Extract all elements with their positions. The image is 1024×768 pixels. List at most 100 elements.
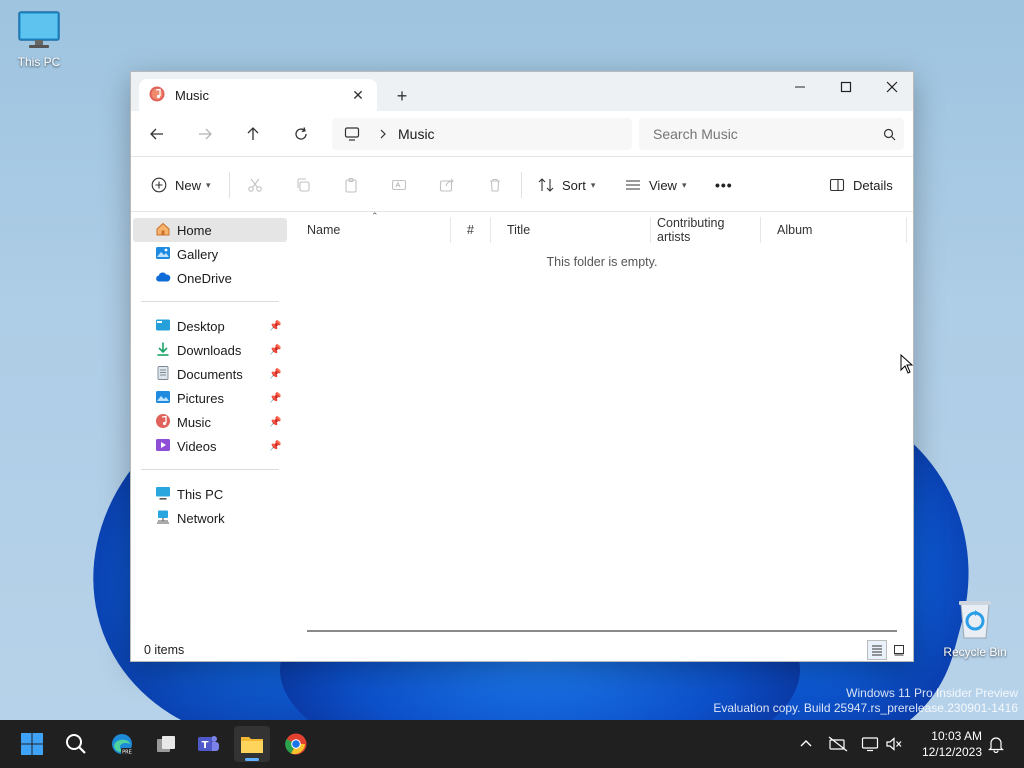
desktop-icon-recycle-bin[interactable]: Recycle Bin xyxy=(940,598,1010,659)
nav-item-desktop[interactable]: Desktop 📌 xyxy=(133,314,287,338)
edge-icon: PRE xyxy=(112,734,133,756)
display-button[interactable] xyxy=(858,732,882,756)
volume-button[interactable] xyxy=(882,732,906,756)
cut-button[interactable] xyxy=(247,171,263,199)
column-header-album[interactable]: Album xyxy=(761,217,907,243)
tab-music[interactable]: Music ✕ xyxy=(139,79,377,111)
search-box[interactable] xyxy=(639,118,904,150)
desktop-icon-label: This PC xyxy=(17,55,61,69)
rename-button[interactable] xyxy=(391,171,407,199)
back-button[interactable] xyxy=(143,120,171,148)
evaluation-watermark: Windows 11 Pro Insider Preview Evaluatio… xyxy=(713,686,1018,715)
nav-item-music[interactable]: Music 📌 xyxy=(133,410,287,434)
details-view-icon xyxy=(872,645,882,656)
computer-icon xyxy=(344,126,360,142)
close-window-button[interactable] xyxy=(869,72,915,102)
copy-button[interactable] xyxy=(295,171,311,199)
close-tab-icon[interactable]: ✕ xyxy=(347,84,369,106)
new-button[interactable]: New ▾ xyxy=(151,171,211,199)
recycle-bin-icon xyxy=(940,598,1010,643)
network-icon xyxy=(155,509,171,528)
close-icon xyxy=(886,81,898,93)
taskbar: PRE T 10:03 AM 12/12/2023 xyxy=(0,720,1024,768)
search-input[interactable] xyxy=(653,126,874,142)
horizontal-scrollbar[interactable] xyxy=(307,630,897,632)
start-button[interactable] xyxy=(14,726,50,762)
nav-item-gallery[interactable]: Gallery xyxy=(133,242,287,266)
new-tab-button[interactable]: + xyxy=(389,84,415,108)
forward-button[interactable] xyxy=(191,120,219,148)
more-options-button[interactable]: ••• xyxy=(715,171,733,199)
trash-icon xyxy=(490,178,500,192)
column-header-number[interactable]: # xyxy=(451,217,491,243)
column-header-name[interactable]: Name xyxy=(291,217,451,243)
task-view-icon xyxy=(157,736,175,752)
pin-icon[interactable]: 📌 xyxy=(269,345,283,356)
pin-icon[interactable]: 📌 xyxy=(269,393,283,404)
document-icon xyxy=(155,365,171,384)
pin-icon[interactable]: 📌 xyxy=(269,321,283,332)
pin-icon[interactable]: 📌 xyxy=(269,417,283,428)
task-view-button[interactable] xyxy=(148,726,184,762)
clock-time: 10:03 AM xyxy=(931,729,982,743)
nav-item-videos[interactable]: Videos 📌 xyxy=(133,434,287,458)
search-icon xyxy=(874,128,904,141)
tiles-view-button[interactable] xyxy=(889,640,909,660)
taskbar-clock[interactable]: 10:03 AM 12/12/2023 xyxy=(904,728,982,760)
monitor-icon xyxy=(4,10,74,53)
minimize-button[interactable] xyxy=(777,72,823,102)
chrome-button[interactable] xyxy=(278,726,314,762)
refresh-icon xyxy=(295,127,307,140)
minimize-icon xyxy=(795,86,805,88)
details-view-button[interactable] xyxy=(867,640,887,660)
pin-icon[interactable]: 📌 xyxy=(269,441,283,452)
file-list-area[interactable]: ⌃ Name # Title Contributing artists Albu… xyxy=(291,211,913,633)
file-explorer-window: Music ✕ + Music Search Music New ▾ Sort … xyxy=(130,71,914,662)
onedrive-cloud-icon xyxy=(155,269,171,288)
teams-button[interactable]: T xyxy=(190,726,226,762)
desktop-icon-this-pc[interactable]: This PC xyxy=(4,10,74,69)
refresh-button[interactable] xyxy=(287,120,315,148)
network-status-button[interactable] xyxy=(826,732,850,756)
nav-item-onedrive[interactable]: OneDrive xyxy=(133,266,287,290)
up-button[interactable] xyxy=(239,120,267,148)
maximize-button[interactable] xyxy=(823,72,869,102)
show-hidden-icons-button[interactable] xyxy=(794,732,818,756)
tab-label: Music xyxy=(175,87,209,103)
share-button[interactable] xyxy=(439,171,455,199)
nav-item-pictures[interactable]: Pictures 📌 xyxy=(133,386,287,410)
edge-browser-button[interactable]: PRE xyxy=(104,726,140,762)
column-header-title[interactable]: Title xyxy=(491,217,651,243)
pin-icon[interactable]: 📌 xyxy=(269,369,283,380)
chevron-down-icon: ▾ xyxy=(590,179,596,190)
notifications-button[interactable] xyxy=(984,732,1008,756)
sort-button[interactable]: Sort ▾ xyxy=(538,171,595,199)
maximize-icon xyxy=(840,81,852,93)
svg-text:PRE: PRE xyxy=(122,750,132,756)
no-network-icon xyxy=(828,736,848,752)
music-folder-icon xyxy=(149,86,165,105)
nav-item-downloads[interactable]: Downloads 📌 xyxy=(133,338,287,362)
file-explorer-taskbar-button[interactable] xyxy=(234,726,270,762)
delete-button[interactable] xyxy=(487,171,503,199)
paste-button[interactable] xyxy=(343,171,359,199)
mouse-cursor-icon xyxy=(900,353,914,377)
column-header-contributing-artists[interactable]: Contributing artists xyxy=(641,216,761,244)
more-icon: ••• xyxy=(715,177,733,193)
search-taskbar-button[interactable] xyxy=(58,726,94,762)
nav-item-network[interactable]: Network xyxy=(133,506,287,530)
address-box[interactable]: Music xyxy=(332,118,632,150)
monitor-icon xyxy=(861,737,879,752)
nav-item-this-pc[interactable]: This PC xyxy=(133,482,287,506)
nav-item-documents[interactable]: Documents 📌 xyxy=(133,362,287,386)
breadcrumb-music[interactable]: Music xyxy=(398,126,435,142)
bell-icon xyxy=(988,737,1004,753)
tiles-view-icon xyxy=(894,645,904,656)
music-note-icon xyxy=(155,413,171,432)
details-button[interactable]: Details xyxy=(829,171,893,199)
nav-item-home[interactable]: Home xyxy=(133,218,287,242)
pictures-icon xyxy=(155,389,171,408)
desktop-folder-icon xyxy=(155,317,171,336)
chevron-right-icon[interactable] xyxy=(378,129,388,139)
view-button[interactable]: View ▾ xyxy=(625,171,686,199)
